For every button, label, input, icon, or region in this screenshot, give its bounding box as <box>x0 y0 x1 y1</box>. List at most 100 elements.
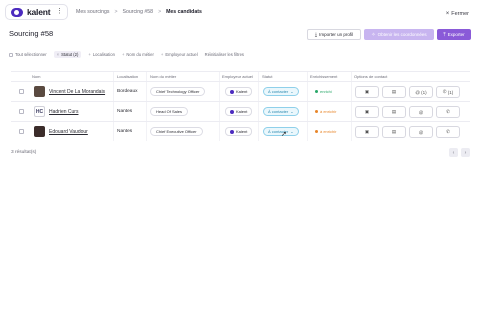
table-row[interactable]: Edouard Vaudour Nantes Chief Executive O… <box>11 121 470 141</box>
candidate-location: Nantes <box>117 129 133 134</box>
breadcrumb-item[interactable]: Mes sourcings <box>76 9 109 15</box>
employer-name: Kalent <box>236 109 248 114</box>
plus-icon: + <box>88 52 91 57</box>
filter-job[interactable]: + Nom du métier <box>122 52 154 57</box>
enrichment-status: à enrichir <box>315 129 336 134</box>
select-all-label: Tout sélectionner <box>15 52 47 57</box>
enrichment-status: enrichi <box>315 89 332 94</box>
email-button[interactable]: @ <box>409 106 433 118</box>
row-checkbox[interactable] <box>19 109 24 114</box>
linkedin-icon: ▣ <box>364 89 370 94</box>
id-card-icon: ▤ <box>391 89 397 94</box>
candidates-table: Nom Localisation Nom du métier Employeur… <box>11 71 470 141</box>
phone-button[interactable]: ✆ <box>436 106 460 118</box>
brand-logo[interactable]: kalent ⋮ <box>5 4 68 20</box>
linkedin-button[interactable]: ▣ <box>355 126 379 138</box>
phone-icon: ✆ <box>442 89 447 94</box>
row-checkbox[interactable] <box>19 129 24 134</box>
export-label: Exporter <box>447 32 465 37</box>
status-dot-icon <box>315 130 318 133</box>
company-logo-icon <box>230 89 234 94</box>
close-icon[interactable]: × <box>57 52 59 57</box>
phone-button[interactable]: ✆ (1) <box>436 86 460 98</box>
status-label: À contacter <box>268 89 289 94</box>
import-profile-button[interactable]: ⤓ Importer un profil <box>307 29 361 40</box>
avatar <box>34 86 45 97</box>
chevron-left-icon: ‹ <box>452 149 455 156</box>
linkedin-button[interactable]: ▣ <box>355 86 379 98</box>
filter-employer[interactable]: + Employeur actuel <box>161 52 198 57</box>
candidate-location: Bordeaux <box>117 89 138 94</box>
candidate-name[interactable]: Vincent De La Morandais <box>49 89 105 95</box>
email-icon: @ <box>418 129 424 135</box>
mouse-cursor-icon: ➚ <box>281 131 287 138</box>
candidate-location: Nantes <box>117 109 133 114</box>
profile-button[interactable]: ▤ <box>382 126 406 138</box>
email-button[interactable]: @ <box>409 126 433 138</box>
job-tag: Chief Executive Officer <box>150 127 203 136</box>
email-button[interactable]: @ (1) <box>409 86 433 98</box>
job-tag: Head Of Sales <box>150 107 189 116</box>
status-dot-icon <box>315 110 318 113</box>
status-dropdown[interactable]: À contacter ⌄ <box>263 87 299 96</box>
breadcrumb-item[interactable]: Sourcing #58 <box>122 9 153 15</box>
filter-bar: Tout sélectionner × Statut (2) + Localis… <box>9 50 251 59</box>
phone-button[interactable]: ✆ <box>436 126 460 138</box>
filter-job-label: Nom du métier <box>126 52 154 57</box>
chevron-down-icon: ⌄ <box>290 89 294 94</box>
close-button[interactable]: × Fermer <box>446 11 469 17</box>
filter-status-label: Statut (2) <box>61 52 79 57</box>
employer-name: Kalent <box>236 129 248 134</box>
top-bar: kalent ⋮ Mes sourcings > Sourcing #58 > … <box>0 0 480 24</box>
sparkle-icon: ✧ <box>371 31 376 38</box>
phone-icon: ✆ <box>446 129 450 134</box>
plus-icon: + <box>121 52 125 57</box>
breadcrumb-separator: > <box>114 9 118 15</box>
close-icon: × <box>445 11 450 17</box>
brand-name: kalent <box>27 7 51 17</box>
download-icon: ⤓ <box>314 31 318 38</box>
candidate-name[interactable]: Hadrien Curs <box>49 109 78 115</box>
email-icon: @ <box>418 109 424 115</box>
profile-button[interactable]: ▤ <box>382 86 406 98</box>
export-button[interactable]: ⤒ Exporter <box>437 29 471 40</box>
table-row[interactable]: Vincent De La Morandais Bordeaux Chief T… <box>11 81 470 101</box>
enrichment-label: à enrichir <box>320 129 337 134</box>
results-count: 3 résultat(s) <box>11 150 37 155</box>
checkbox[interactable] <box>9 52 13 57</box>
phone-count: (1) <box>447 89 454 95</box>
column-header-job: Nom du métier <box>150 74 177 79</box>
filter-location[interactable]: + Localisation <box>88 52 115 57</box>
filter-status[interactable]: × Statut (2) <box>53 51 82 58</box>
kalent-logo-icon <box>11 7 23 17</box>
status-label: À contacter <box>268 109 289 114</box>
avatar <box>34 126 45 137</box>
prev-page-button[interactable]: ‹ <box>449 148 458 157</box>
enrichment-label: enrichi <box>320 89 332 94</box>
linkedin-button[interactable]: ▣ <box>355 106 379 118</box>
profile-button[interactable]: ▤ <box>382 106 406 118</box>
row-checkbox[interactable] <box>19 89 24 94</box>
column-header-location: Localisation <box>117 74 139 79</box>
email-icon: @ <box>415 89 420 95</box>
column-header-status: Statut <box>262 74 273 79</box>
chevron-right-icon: › <box>464 149 467 156</box>
employer-tag: Kalent <box>225 87 253 96</box>
obtain-contacts-button[interactable]: ✧ Obtenir les coordonnées <box>364 29 434 40</box>
candidate-name[interactable]: Edouard Vaudour <box>49 129 88 135</box>
column-header-name: Nom <box>32 74 41 79</box>
filter-location-label: Localisation <box>92 52 115 57</box>
next-page-button[interactable]: › <box>461 148 470 157</box>
status-dropdown[interactable]: À contacter ⌄ <box>263 107 299 116</box>
select-all-checkbox[interactable]: Tout sélectionner <box>9 52 47 57</box>
upload-icon: ⤒ <box>443 31 446 38</box>
plus-icon: + <box>160 52 164 57</box>
column-header-enrichment: Enrichissement <box>310 74 338 79</box>
filter-employer-label: Employeur actuel <box>165 52 198 57</box>
breadcrumb: Mes sourcings > Sourcing #58 > Mes candi… <box>76 9 202 15</box>
table-row[interactable]: HC Hadrien Curs Nantes Head Of Sales Kal… <box>11 101 470 121</box>
kebab-icon[interactable]: ⋮ <box>56 8 63 16</box>
avatar: HC <box>34 106 45 117</box>
reset-filters-button[interactable]: Réinitialiser les filtres <box>205 52 244 57</box>
column-header-employer: Employeur actuel <box>222 74 253 79</box>
